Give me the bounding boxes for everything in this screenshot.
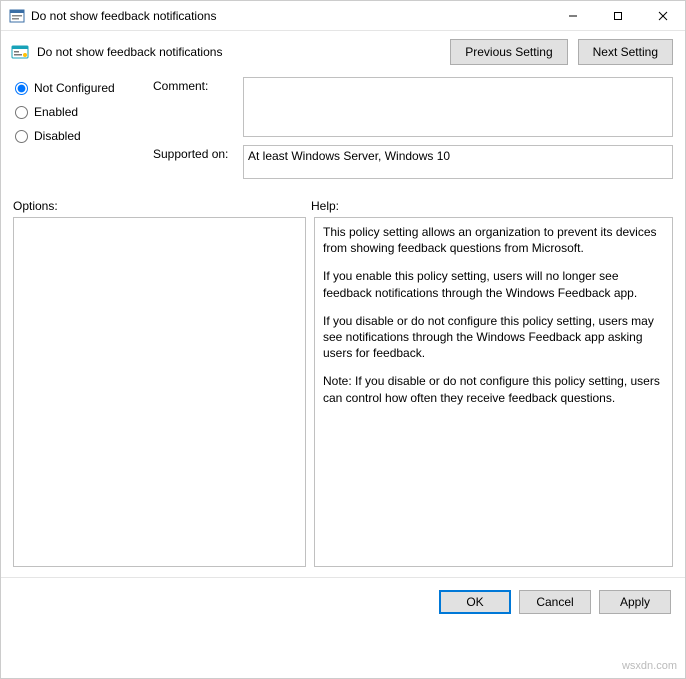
- watermark: wsxdn.com: [622, 660, 677, 672]
- radio-not-configured-input[interactable]: [15, 82, 28, 95]
- radio-disabled-input[interactable]: [15, 130, 28, 143]
- radio-label: Disabled: [34, 129, 81, 143]
- header-row: Do not show feedback notifications Previ…: [1, 31, 685, 77]
- radio-not-configured[interactable]: Not Configured: [13, 81, 143, 95]
- maximize-button[interactable]: [595, 1, 640, 31]
- previous-setting-button[interactable]: Previous Setting: [450, 39, 567, 65]
- options-label: Options:: [13, 199, 311, 213]
- comment-input[interactable]: [243, 77, 673, 137]
- help-paragraph: This policy setting allows an organizati…: [323, 224, 664, 256]
- radio-enabled[interactable]: Enabled: [13, 105, 143, 119]
- help-label: Help:: [311, 199, 339, 213]
- maximize-icon: [613, 11, 623, 21]
- close-icon: [658, 11, 668, 21]
- radio-enabled-input[interactable]: [15, 106, 28, 119]
- comment-label: Comment:: [153, 77, 243, 93]
- window-title: Do not show feedback notifications: [31, 9, 550, 23]
- help-paragraph: If you enable this policy setting, users…: [323, 268, 664, 300]
- help-paragraph: If you disable or do not configure this …: [323, 313, 664, 362]
- options-pane[interactable]: [13, 217, 306, 567]
- labeled-fields: Comment: Supported on:: [153, 77, 673, 187]
- ok-button[interactable]: OK: [439, 590, 511, 614]
- next-setting-button[interactable]: Next Setting: [578, 39, 673, 65]
- minimize-icon: [568, 11, 578, 21]
- policy-title: Do not show feedback notifications: [37, 45, 440, 59]
- close-button[interactable]: [640, 1, 685, 31]
- apply-button[interactable]: Apply: [599, 590, 671, 614]
- panes: This policy setting allows an organizati…: [1, 217, 685, 567]
- supported-row: Supported on:: [153, 145, 673, 179]
- dialog-button-bar: OK Cancel Apply: [1, 577, 685, 624]
- state-radio-group: Not Configured Enabled Disabled: [13, 77, 143, 187]
- section-labels: Options: Help:: [1, 195, 685, 217]
- config-area: Not Configured Enabled Disabled Comment:…: [1, 77, 685, 195]
- radio-label: Not Configured: [34, 81, 115, 95]
- help-paragraph: Note: If you disable or do not configure…: [323, 373, 664, 405]
- radio-label: Enabled: [34, 105, 78, 119]
- policy-icon: [11, 43, 29, 61]
- cancel-button[interactable]: Cancel: [519, 590, 591, 614]
- titlebar: Do not show feedback notifications: [1, 1, 685, 31]
- comment-row: Comment:: [153, 77, 673, 137]
- radio-disabled[interactable]: Disabled: [13, 129, 143, 143]
- supported-on-display: [243, 145, 673, 179]
- app-icon: [9, 8, 25, 24]
- help-pane[interactable]: This policy setting allows an organizati…: [314, 217, 673, 567]
- supported-label: Supported on:: [153, 145, 243, 161]
- minimize-button[interactable]: [550, 1, 595, 31]
